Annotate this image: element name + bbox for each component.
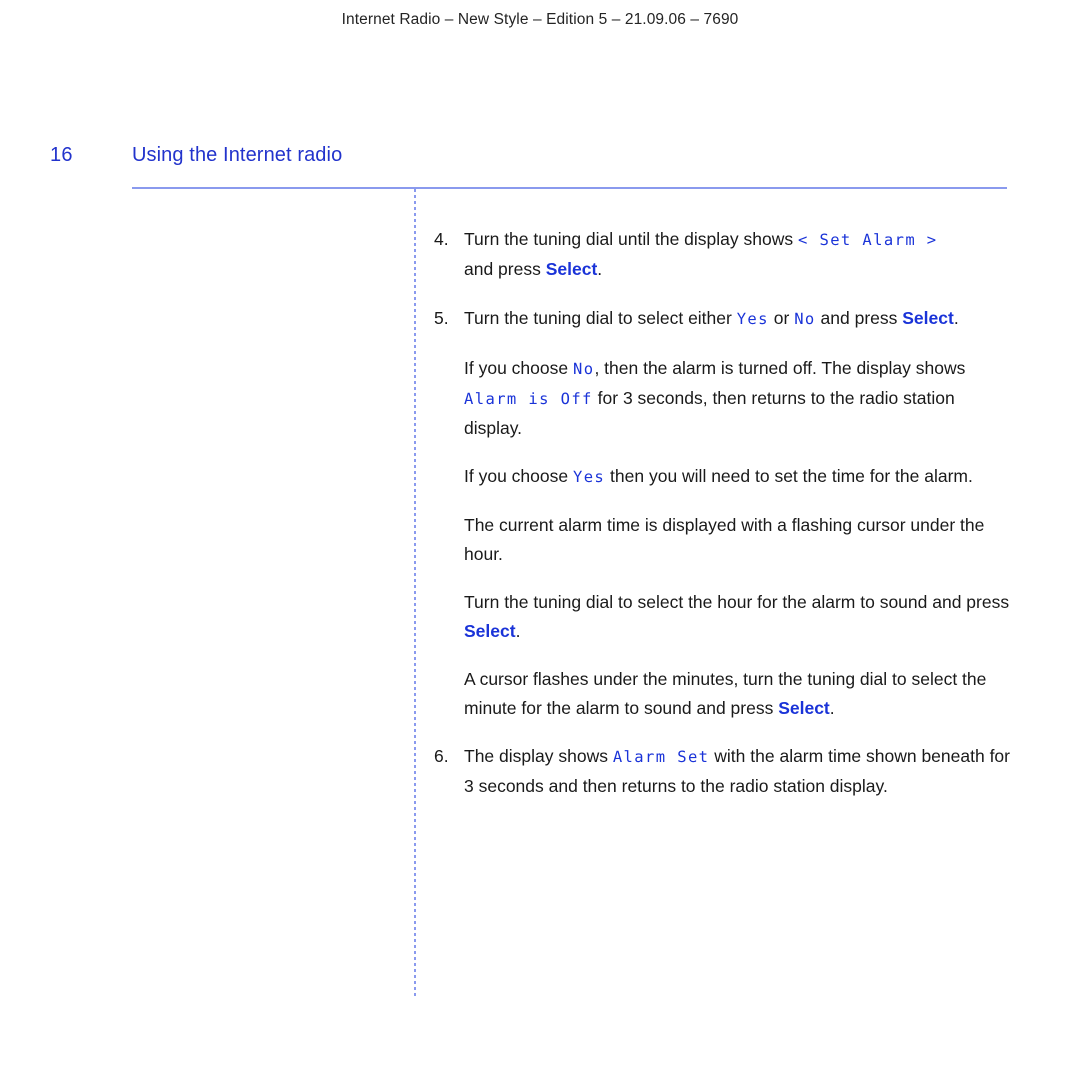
step-5-text-a: Turn the tuning dial to select either bbox=[464, 308, 737, 328]
paragraph-no-choice: If you choose No, then the alarm is turn… bbox=[464, 354, 1014, 443]
step-5-text: Turn the tuning dial to select either Ye… bbox=[464, 304, 1014, 334]
p1-text-b: , then the alarm is turned off. The disp… bbox=[594, 358, 966, 378]
p2-text-a: If you choose bbox=[464, 466, 573, 486]
step-4-text-b: and press bbox=[464, 259, 546, 279]
body-column: 4. Turn the tuning dial until the displa… bbox=[434, 225, 1014, 821]
list-item-step-6: 6. The display shows Alarm Set with the … bbox=[434, 742, 1014, 801]
p5-text-a: A cursor flashes under the minutes, turn… bbox=[464, 669, 987, 718]
step-5-text-c: and press bbox=[815, 308, 903, 328]
step-5-text-b: or bbox=[768, 308, 795, 328]
chapter-header: 16 Using the Internet radio bbox=[0, 144, 1080, 174]
p4-text-b: . bbox=[515, 621, 521, 641]
step-5-text-d: . bbox=[953, 308, 959, 328]
list-item-step-4: 4. Turn the tuning dial until the displa… bbox=[434, 225, 1014, 284]
p1-text-a: If you choose bbox=[464, 358, 573, 378]
running-header: Internet Radio – New Style – Edition 5 –… bbox=[341, 11, 739, 28]
lcd-set-alarm: < Set Alarm > bbox=[798, 231, 938, 249]
lcd-yes: Yes bbox=[572, 468, 606, 486]
paragraph-select-minute: A cursor flashes under the minutes, turn… bbox=[464, 665, 1014, 723]
paragraph-yes-choice: If you choose Yes then you will need to … bbox=[464, 462, 1014, 492]
step-4-text-a: Turn the tuning dial until the display s… bbox=[464, 229, 798, 249]
page-number: 16 bbox=[50, 144, 73, 166]
horizontal-divider bbox=[132, 187, 1007, 189]
select-button-label: Select bbox=[464, 621, 516, 641]
step-6-text: The display shows Alarm Set with the ala… bbox=[464, 742, 1014, 801]
lcd-yes: Yes bbox=[736, 310, 769, 328]
step-number: 4. bbox=[434, 229, 449, 249]
step-number: 6. bbox=[434, 746, 449, 766]
paragraph-flashing-cursor: The current alarm time is displayed with… bbox=[464, 511, 1014, 569]
select-button-label: Select bbox=[545, 259, 598, 279]
chapter-title: Using the Internet radio bbox=[132, 144, 343, 166]
step-4-text-c: . bbox=[597, 259, 603, 279]
vertical-dotted-divider bbox=[414, 189, 416, 997]
step-number: 5. bbox=[434, 308, 449, 328]
p2-text-b: then you will need to set the time for t… bbox=[605, 466, 973, 486]
paragraph-select-hour: Turn the tuning dial to select the hour … bbox=[464, 588, 1014, 646]
p3-text: The current alarm time is displayed with… bbox=[464, 515, 985, 564]
lcd-alarm-is-off: Alarm is Off bbox=[464, 390, 593, 408]
lcd-no: No bbox=[794, 310, 816, 328]
lcd-alarm-set: Alarm Set bbox=[612, 748, 710, 766]
step-6-text-a: The display shows bbox=[464, 746, 613, 766]
select-button-label: Select bbox=[778, 698, 830, 718]
p5-text-b: . bbox=[829, 698, 835, 718]
p4-text-a: Turn the tuning dial to select the hour … bbox=[464, 592, 1010, 612]
step-4-text: Turn the tuning dial until the display s… bbox=[464, 225, 1014, 284]
list-item-step-5: 5. Turn the tuning dial to select either… bbox=[434, 304, 1014, 334]
select-button-label: Select bbox=[902, 308, 954, 328]
lcd-no: No bbox=[572, 360, 595, 378]
